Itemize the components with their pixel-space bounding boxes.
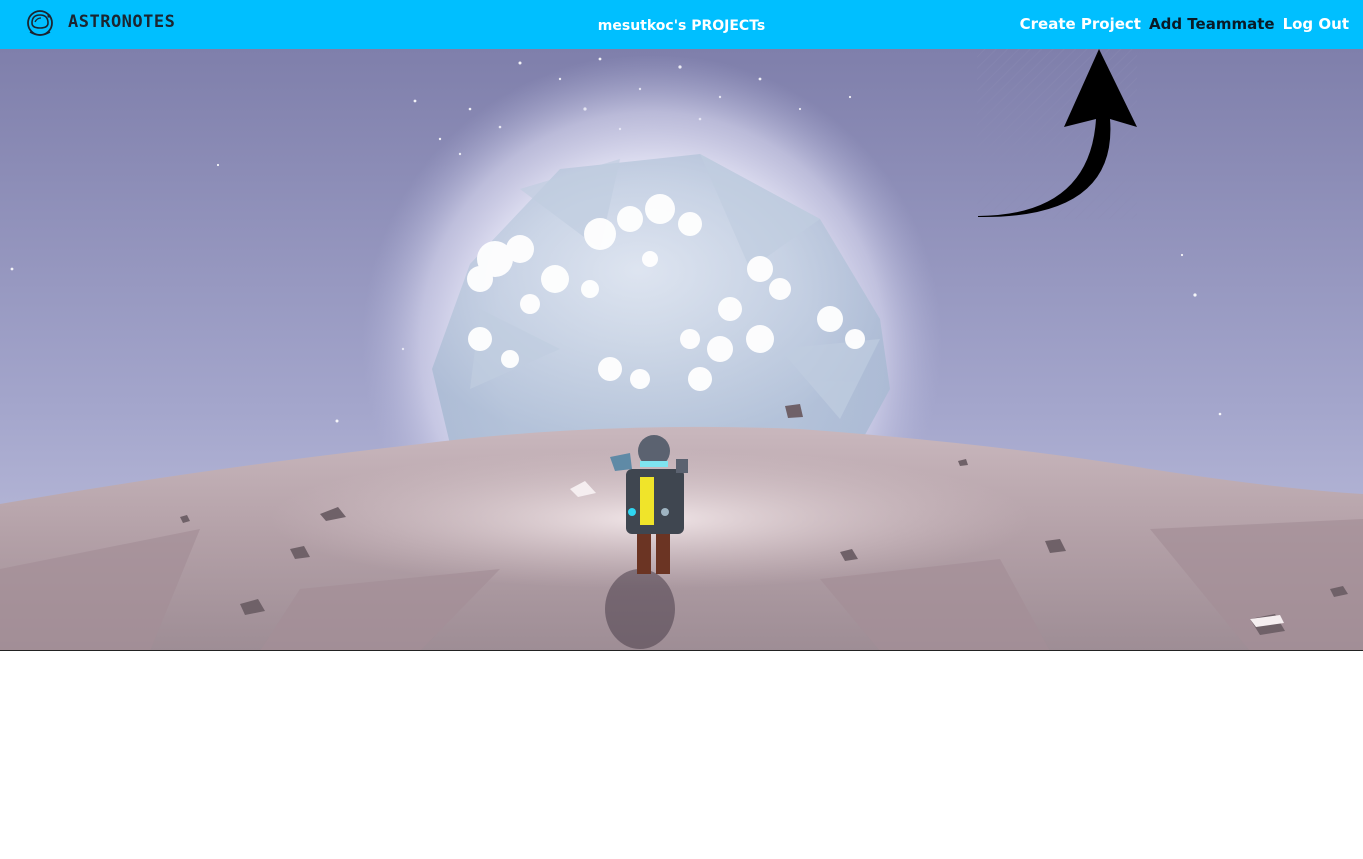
- nav-links: Create Project Add Teammate Log Out: [1020, 15, 1349, 33]
- hero-image: [0, 49, 1363, 651]
- hero-divider: [0, 650, 1363, 651]
- create-project-link[interactable]: Create Project: [1020, 15, 1141, 33]
- top-navbar: ASTRONOTES mesutkoc's PROJECTs Create Pr…: [0, 0, 1363, 49]
- log-out-link[interactable]: Log Out: [1283, 15, 1349, 33]
- add-teammate-link[interactable]: Add Teammate: [1149, 15, 1275, 33]
